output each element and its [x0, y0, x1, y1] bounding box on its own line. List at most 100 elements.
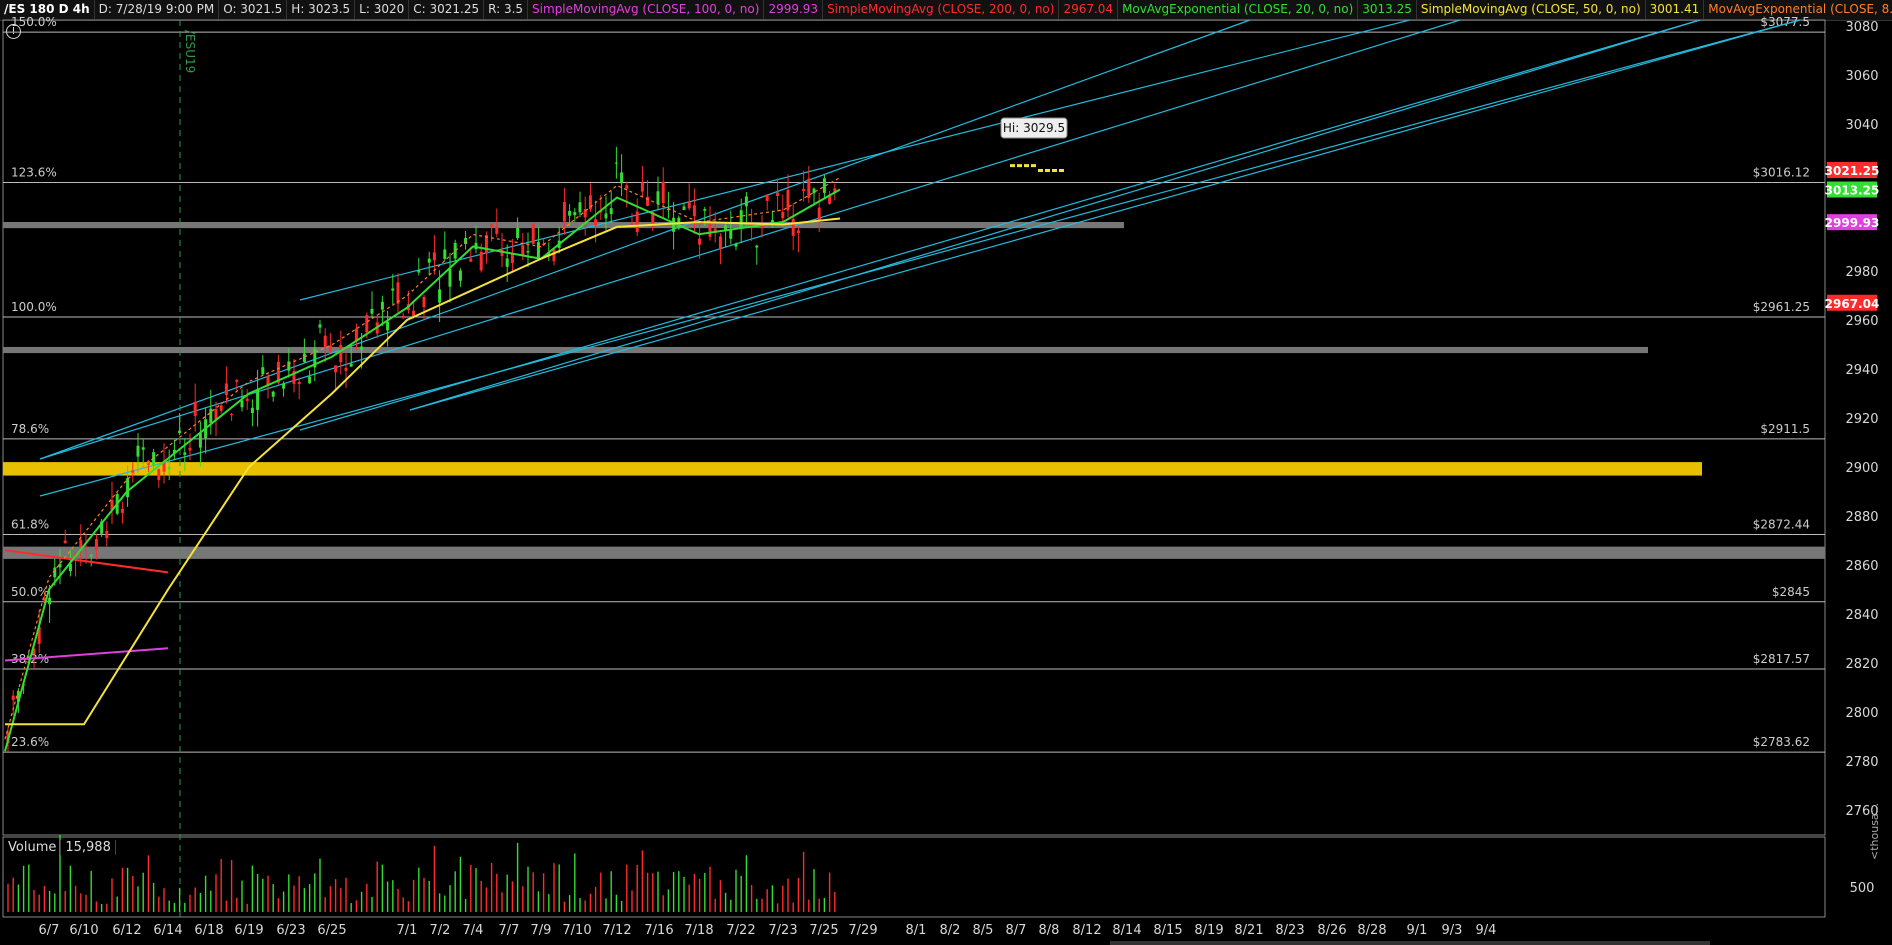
candle-body — [401, 315, 405, 317]
candle-body — [672, 217, 676, 232]
support-zone-3[interactable] — [3, 546, 1825, 559]
price-chart[interactable]: 123.6% $3016.12 100.0% $2961.25 78.6% $2911.5… — [0, 0, 1892, 945]
candle-body — [302, 353, 306, 363]
candle-body — [438, 289, 442, 303]
y-axis-tick-8: 2920 — [1845, 412, 1878, 427]
candle-body — [458, 270, 462, 281]
candle-body — [230, 413, 234, 415]
y-axis-tick-14: 2800 — [1845, 706, 1878, 721]
candle-body — [448, 268, 452, 287]
volume-panel-frame — [2, 836, 1826, 918]
candle-body — [365, 315, 369, 332]
price-tag-label-2: 2999.93 — [1825, 216, 1880, 230]
candle-body — [131, 470, 135, 473]
candle-body — [344, 367, 348, 371]
x-axis-tick-11: 7/7 — [499, 923, 520, 938]
candle-body — [380, 301, 384, 310]
candle-body — [422, 296, 426, 308]
candle-body — [781, 212, 785, 219]
x-axis-tick-34: 9/1 — [1407, 923, 1428, 938]
x-axis-tick-27: 8/14 — [1112, 923, 1141, 938]
channel-line-3[interactable] — [39, 19, 1801, 497]
y-axis-tick-13: 2820 — [1845, 657, 1878, 672]
candle-body — [105, 530, 109, 539]
candle-body — [240, 400, 244, 408]
candle-body — [271, 391, 275, 397]
candle-body — [594, 219, 598, 226]
x-axis-tick-21: 8/1 — [906, 923, 927, 938]
x-axis-tick-10: 7/4 — [463, 923, 484, 938]
candle-body — [755, 245, 759, 248]
candle-body — [791, 218, 795, 236]
candle-body — [219, 405, 223, 411]
candle-body — [620, 172, 624, 184]
ema8-line[interactable] — [4, 177, 841, 740]
candle-body — [510, 254, 514, 264]
candle-body — [443, 249, 447, 259]
candle-body — [256, 389, 260, 410]
support-zone-0[interactable] — [3, 222, 1124, 229]
x-axis-tick-25: 8/8 — [1039, 923, 1060, 938]
candle-body — [94, 539, 98, 550]
x-axis-tick-13: 7/10 — [562, 923, 591, 938]
x-axis-tick-29: 8/19 — [1194, 923, 1223, 938]
candle-body — [796, 230, 800, 233]
fib-price-label-6: $2783.62 — [1753, 735, 1810, 749]
candle-body — [360, 346, 364, 350]
candle-body — [318, 324, 322, 328]
x-axis-tick-2: 6/12 — [112, 923, 141, 938]
fib-pct-label-4: 50.0% — [11, 585, 49, 599]
x-axis-tick-28: 8/15 — [1153, 923, 1182, 938]
candle-body — [427, 258, 431, 263]
candle-body — [776, 192, 780, 197]
y-axis-tick-15: 2780 — [1845, 755, 1878, 770]
y-axis-tick-2: 3040 — [1845, 118, 1878, 133]
channel-line-1[interactable] — [299, 19, 1411, 301]
candle-body — [391, 288, 395, 291]
y-axis-tick-10: 2880 — [1845, 510, 1878, 525]
candle-body — [568, 210, 572, 216]
candle-body — [250, 407, 254, 414]
x-axis-tick-20: 7/29 — [848, 923, 877, 938]
candle-body — [370, 308, 374, 314]
volume-value: 15,988 — [61, 840, 116, 855]
candle-body — [682, 206, 686, 211]
x-axis-tick-5: 6/19 — [234, 923, 263, 938]
y-axis-tick-1: 3060 — [1845, 69, 1878, 84]
y-axis-tick-9: 2900 — [1845, 461, 1878, 476]
candle-body — [552, 249, 556, 262]
fib-pct-label-6: 23.6% — [11, 735, 49, 749]
x-axis-tick-0: 6/7 — [39, 923, 60, 938]
candle-body — [708, 223, 712, 237]
candle-body — [178, 430, 182, 434]
candle-body — [58, 563, 62, 568]
candle-body — [734, 243, 738, 247]
x-axis-tick-32: 8/26 — [1317, 923, 1346, 938]
x-axis-tick-15: 7/16 — [644, 923, 673, 938]
support-zone-1[interactable] — [3, 346, 1648, 354]
candle-body — [625, 185, 629, 189]
candle-body — [687, 202, 691, 209]
candle-body — [692, 205, 696, 217]
fib-pct-label-2: 78.6% — [11, 422, 49, 436]
candle-body — [630, 223, 634, 226]
y-axis-tick-11: 2860 — [1845, 559, 1878, 574]
x-axis-tick-24: 8/7 — [1006, 923, 1027, 938]
fib-price-label-0: $3016.12 — [1753, 166, 1810, 180]
candle-body — [765, 194, 769, 201]
fib-price-label-1: $2961.25 — [1753, 300, 1810, 314]
channel-line-0[interactable] — [39, 19, 1461, 460]
volume-tick: 500 — [1850, 881, 1875, 896]
price-tag-label-3: 2967.04 — [1825, 297, 1880, 311]
candle-body — [120, 508, 124, 513]
x-axis-tick-3: 6/14 — [153, 923, 182, 938]
channel-upper-line[interactable] — [39, 19, 1251, 460]
candle-body — [417, 270, 421, 273]
time-scrollbar[interactable] — [1110, 941, 1710, 945]
candle-body — [479, 251, 483, 271]
support-zone-2[interactable] — [3, 462, 1702, 476]
x-axis-tick-4: 6/18 — [194, 923, 223, 938]
candle-body — [812, 188, 816, 194]
candle-body — [183, 452, 187, 455]
candle-body — [297, 382, 301, 384]
